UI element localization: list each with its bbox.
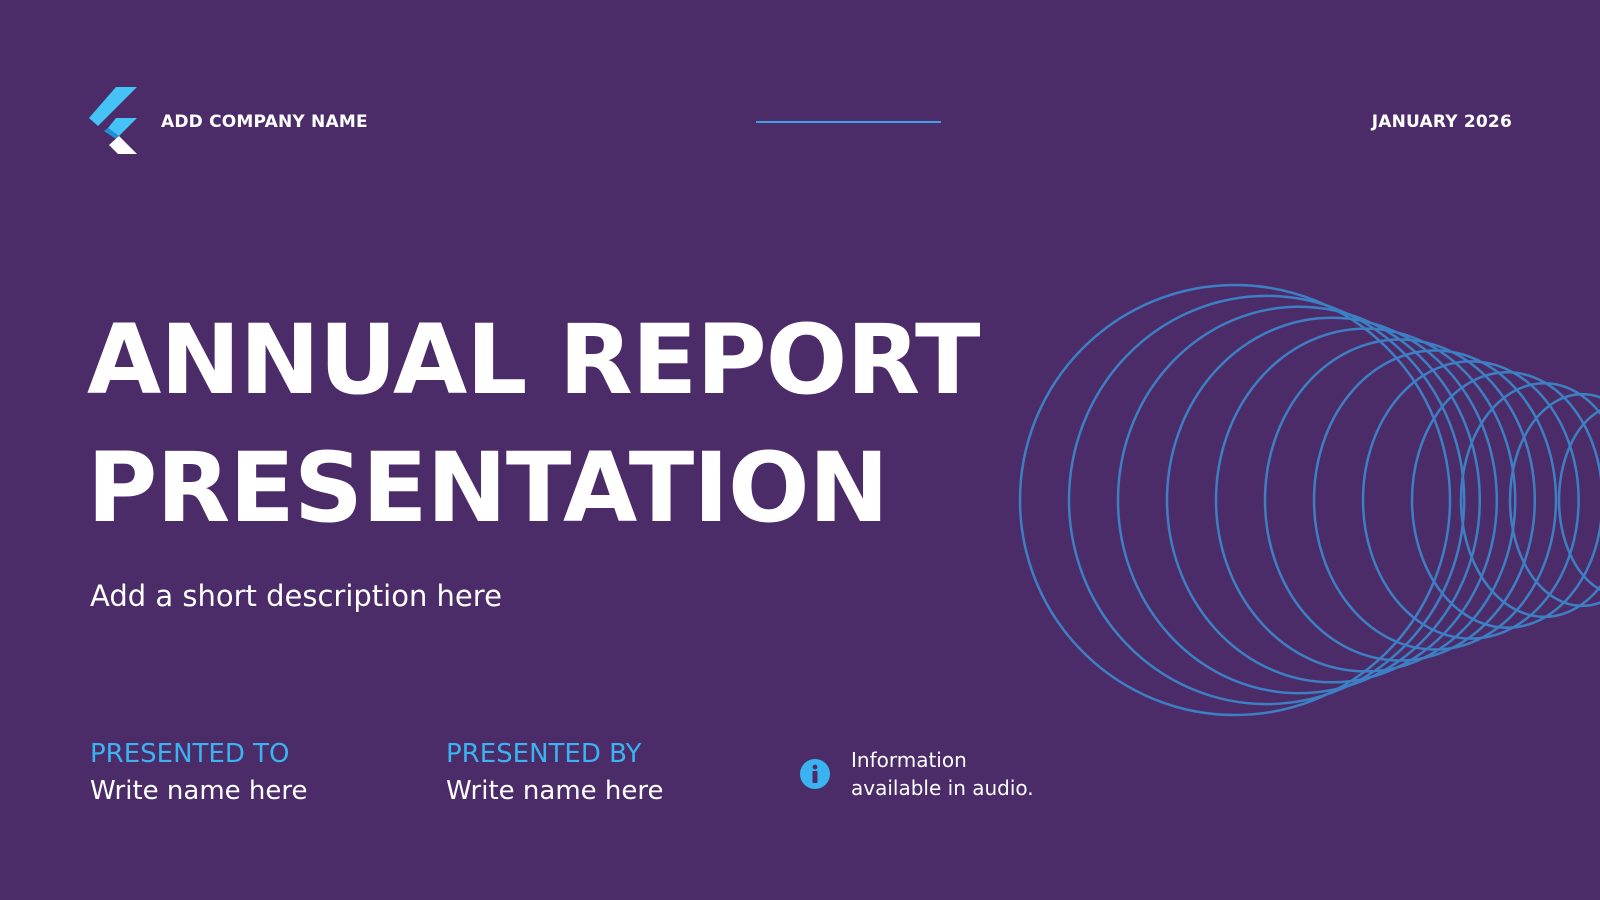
presented-to-label: PRESENTED TO xyxy=(90,739,290,769)
decorative-ring xyxy=(1508,392,1600,608)
decorative-ring xyxy=(1557,409,1600,591)
audio-info-line-1: Information xyxy=(851,748,967,772)
title-line-2: PRESENTATION xyxy=(87,432,889,544)
decorative-ring xyxy=(1459,381,1600,619)
presented-by-name: Write name here xyxy=(446,776,664,806)
slide: ADD COMPANY NAME JANUARY 2026 ANNUAL REP… xyxy=(0,0,1600,900)
slide-description: Add a short description here xyxy=(90,579,502,613)
header-divider-line xyxy=(756,121,941,123)
audio-info-line-2: available in audio. xyxy=(851,776,1034,800)
presented-to-block: PRESENTED TO Write name here xyxy=(90,736,308,810)
company-name: ADD COMPANY NAME xyxy=(161,112,368,132)
decorative-ring xyxy=(1214,327,1517,673)
audio-info-note: Information available in audio. xyxy=(851,746,1101,802)
info-icon xyxy=(800,759,830,789)
decorative-ring xyxy=(1165,316,1499,684)
slide-title: ANNUAL REPORT PRESENTATION xyxy=(87,296,980,552)
title-line-1: ANNUAL REPORT xyxy=(87,304,980,416)
decorative-ring xyxy=(1263,338,1537,662)
flutter-logo-icon xyxy=(89,87,137,154)
decorative-ring xyxy=(1361,360,1580,640)
decorative-ring xyxy=(1067,294,1466,706)
presentation-date: JANUARY 2026 xyxy=(1371,112,1512,132)
decorative-ring xyxy=(1312,349,1558,651)
presented-by-label: PRESENTED BY xyxy=(446,739,642,769)
presented-by-block: PRESENTED BY Write name here xyxy=(446,736,664,810)
decorative-ring xyxy=(1410,371,1600,629)
decorative-ring xyxy=(1018,283,1452,717)
presented-to-name: Write name here xyxy=(90,776,308,806)
decorative-ring xyxy=(1116,305,1482,695)
